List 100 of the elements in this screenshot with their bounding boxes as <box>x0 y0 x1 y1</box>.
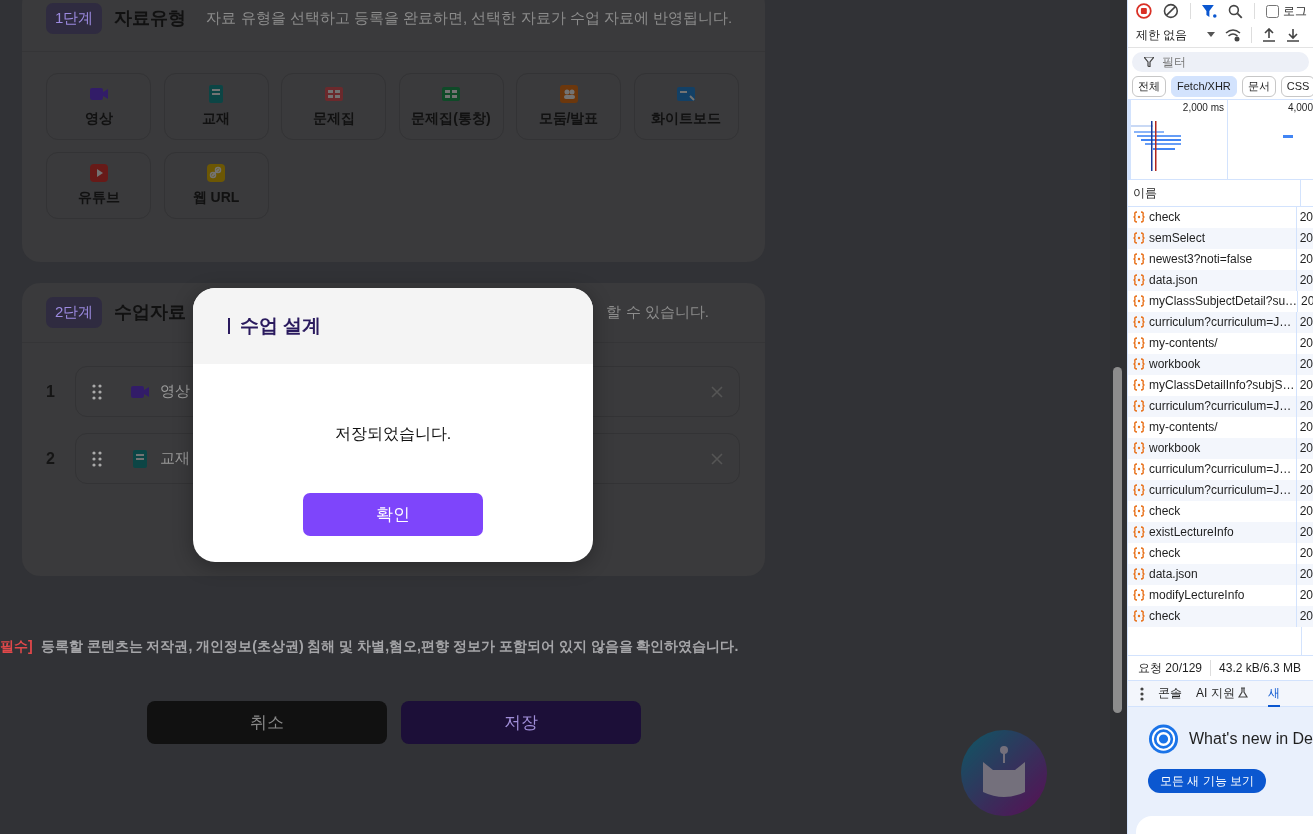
request-row[interactable]: check 20 <box>1128 542 1313 564</box>
request-name: curriculum?curriculum=J… <box>1149 461 1292 478</box>
request-status: 20 <box>1298 482 1313 499</box>
request-row[interactable]: check 20 <box>1128 500 1313 522</box>
braces-icon <box>1133 379 1145 391</box>
request-name: data.json <box>1149 272 1198 289</box>
column-header[interactable]: 이름 <box>1133 183 1157 202</box>
request-name: myClassDetailInfo?subjS… <box>1149 377 1295 394</box>
braces-icon <box>1133 568 1145 580</box>
request-row[interactable]: curriculum?curriculum=J… 20 <box>1128 479 1313 501</box>
drawer-tab[interactable]: AI 지원 <box>1196 680 1248 707</box>
request-status: 20 <box>1298 356 1313 373</box>
request-row[interactable]: semSelect 20 <box>1128 227 1313 249</box>
scrollbar[interactable] <box>1113 367 1122 713</box>
checkbox-label: 로그 <box>1283 3 1307 20</box>
step-badge: 1단계 <box>46 3 103 34</box>
request-status: 20 <box>1298 440 1313 457</box>
filter-chip[interactable]: 전체 <box>1132 76 1166 97</box>
request-name: my-contents/ <box>1149 335 1218 352</box>
timeline-bar-icon <box>1283 134 1293 138</box>
filter-chip[interactable]: CSS <box>1280 76 1313 97</box>
request-row[interactable]: myClassSubjectDetail?su… 20 <box>1128 290 1313 312</box>
search-icon[interactable] <box>1228 3 1243 19</box>
request-status: 20 <box>1298 209 1313 226</box>
request-status: 20 <box>1298 377 1313 394</box>
drag-handle-icon[interactable] <box>92 450 102 467</box>
preserve-log-checkbox[interactable] <box>1266 4 1279 18</box>
more-options-icon[interactable] <box>1140 686 1144 701</box>
request-name: curriculum?curriculum=J… <box>1149 314 1292 331</box>
request-row[interactable]: newest3?noti=false 20 <box>1128 248 1313 270</box>
request-name: check <box>1149 503 1181 520</box>
download-icon[interactable] <box>1286 27 1301 42</box>
request-row[interactable]: data.json 20 <box>1128 563 1313 585</box>
request-name: workbook <box>1149 440 1201 457</box>
link-icon <box>206 163 226 183</box>
request-row[interactable]: curriculum?curriculum=J… 20 <box>1128 395 1313 417</box>
request-name: check <box>1149 209 1181 226</box>
request-status: 20 <box>1298 608 1313 625</box>
request-row[interactable]: curriculum?curriculum=J… 20 <box>1128 311 1313 333</box>
wifi-settings-icon[interactable] <box>1225 27 1242 42</box>
confirm-button[interactable]: 확인 <box>303 493 483 536</box>
request-row[interactable]: workbook 20 <box>1128 353 1313 375</box>
request-status: 20 <box>1298 272 1313 289</box>
see-all-features-button[interactable]: 모든 새 기능 보기 <box>1148 769 1266 793</box>
request-status: 20 <box>1298 251 1313 268</box>
panel-title: What's new in De <box>1189 729 1313 749</box>
chatbot-avatar-icon[interactable] <box>961 730 1047 816</box>
braces-icon <box>1133 484 1145 496</box>
request-status: 20 <box>1298 545 1313 562</box>
request-row[interactable]: myClassDetailInfo?subjS… 20 <box>1128 374 1313 396</box>
braces-icon <box>1133 253 1145 265</box>
filter-icon[interactable] <box>1201 3 1218 19</box>
consent-text: 등록할 콘텐츠는 저작권, 개인정보(초상권) 침해 및 차별,혐오,편향 정보가 포함되어 있지 않음을 확인하였습니다. <box>40 637 739 656</box>
timeline-tick-label: 4,000 <box>1287 100 1313 115</box>
required-tag: 필수] <box>0 636 33 657</box>
request-name: semSelect <box>1149 230 1206 247</box>
throttle-dropdown[interactable]: 제한 없음 <box>1136 25 1216 44</box>
worksheet-icon <box>323 84 344 104</box>
material-label: 영상 <box>160 381 190 402</box>
request-name: check <box>1149 608 1181 625</box>
drawer-tab[interactable]: 콘솔 <box>1158 680 1182 707</box>
request-status: 20 <box>1298 524 1313 541</box>
clear-icon[interactable] <box>1162 3 1179 19</box>
chrome-icon <box>1148 723 1179 755</box>
request-row[interactable]: check 20 <box>1128 605 1313 627</box>
book-icon <box>206 84 226 104</box>
save-button[interactable]: 저장 <box>400 701 641 744</box>
cancel-button[interactable]: 취소 <box>146 701 387 744</box>
record-stop-icon[interactable] <box>1136 3 1152 19</box>
flask-icon <box>1237 687 1248 698</box>
request-row[interactable]: modifyLectureInfo 20 <box>1128 584 1313 606</box>
request-status: 20 <box>1298 398 1313 415</box>
drag-handle-icon[interactable] <box>92 383 102 400</box>
request-row[interactable]: data.json 20 <box>1128 269 1313 291</box>
request-row[interactable]: check 20 <box>1128 206 1313 228</box>
dialog-title: 수업 설계 <box>228 318 322 334</box>
request-row[interactable]: workbook 20 <box>1128 437 1313 459</box>
filter-field[interactable]: 필터 <box>1132 52 1309 72</box>
filter-chip[interactable]: 문서 <box>1241 76 1276 97</box>
braces-icon <box>1133 316 1145 328</box>
braces-icon <box>1133 547 1145 559</box>
request-status: 20 <box>1298 461 1313 478</box>
timeline-tick-label: 2,000 ms <box>1182 100 1224 115</box>
caret-icon <box>1207 32 1216 37</box>
braces-icon <box>1133 358 1145 370</box>
filter-chip[interactable]: Fetch/XHR <box>1171 76 1237 97</box>
request-name: existLectureInfo <box>1149 524 1234 541</box>
request-row[interactable]: my-contents/ 20 <box>1128 332 1313 354</box>
request-row[interactable]: curriculum?curriculum=J… 20 <box>1128 458 1313 480</box>
request-status: 20 <box>1298 230 1313 247</box>
request-row[interactable]: existLectureInfo 20 <box>1128 521 1313 543</box>
request-row[interactable]: my-contents/ 20 <box>1128 416 1313 438</box>
request-name: curriculum?curriculum=J… <box>1149 482 1292 499</box>
braces-icon <box>1133 526 1145 538</box>
braces-icon <box>1133 505 1145 517</box>
request-status: 20 <box>1300 293 1313 310</box>
funnel-icon <box>1144 57 1154 67</box>
request-name: newest3?noti=false <box>1149 251 1253 268</box>
upload-icon[interactable] <box>1262 27 1277 42</box>
braces-icon <box>1133 589 1145 601</box>
